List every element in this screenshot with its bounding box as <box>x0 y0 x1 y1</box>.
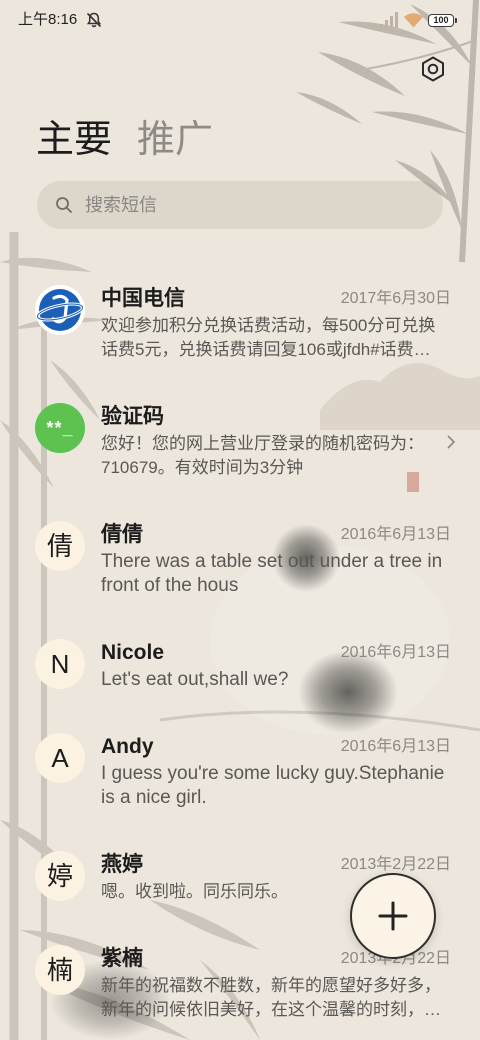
contact-name: 燕婷 <box>101 853 143 876</box>
wifi-icon <box>403 12 424 28</box>
contact-name: Nicole <box>101 641 165 664</box>
message-preview: 欢迎参加积分兑换话费活动，每500分可兑换话费5元，兑换话费请回复106或jfd… <box>101 316 436 359</box>
message-date: 2017年6月30日 <box>340 290 451 307</box>
avatar <box>35 285 85 335</box>
conversation-row[interactable]: **_ 验证码 您好！您的网上营业厅登录的随机密码为：710679。有效时间为3… <box>0 383 480 501</box>
conversation-header: 验证码 <box>101 404 431 430</box>
conversation-row[interactable]: 中国电信 2017年6月30日 欢迎参加积分兑换话费活动，每500分可兑换话费5… <box>0 265 480 383</box>
bamboo-leaf <box>372 111 468 134</box>
message-preview: 新年的祝福数不胜数，新年的愿望好多好多，新年的问候依旧美好，在这个温馨的时刻，… <box>101 976 441 1019</box>
message-date: 2016年6月13日 <box>340 738 451 755</box>
message-date: 2016年6月13日 <box>340 644 451 661</box>
status-time: 上午8:16 <box>18 11 78 28</box>
settings-button[interactable] <box>419 55 447 83</box>
conversation-content: 中国电信 2017年6月30日 欢迎参加积分兑换话费活动，每500分可兑换话费5… <box>101 286 451 362</box>
contact-name: 验证码 <box>101 405 164 428</box>
contact-name: 倩倩 <box>101 523 143 546</box>
status-bar: 上午8:16 100 <box>0 0 480 40</box>
message-preview: Let's eat out,shall we? <box>101 669 289 690</box>
contact-name: 中国电信 <box>101 287 185 310</box>
conversation-row[interactable]: N Nicole 2016年6月13日 Let's eat out,shall … <box>0 619 480 713</box>
chevron-right-icon <box>446 434 456 450</box>
conversation-content: Andy 2016年6月13日 I guess you're some luck… <box>101 734 451 810</box>
avatar: A <box>35 733 85 783</box>
signal-icon <box>380 12 398 28</box>
avatar: **_ <box>35 403 85 453</box>
search-icon <box>55 196 73 214</box>
plus-icon <box>378 901 408 931</box>
settings-icon <box>419 55 447 83</box>
messages-screen: 上午8:16 100 主要 推广 搜索短信 中国电信 2017年6月30日 欢迎… <box>0 0 480 1040</box>
conversation-content: 验证码 您好！您的网上营业厅登录的随机密码为：710679。有效时间为3分钟 <box>101 404 451 480</box>
conversation-row[interactable]: 倩 倩倩 2016年6月13日 There was a table set ou… <box>0 501 480 619</box>
avatar: 倩 <box>35 521 85 571</box>
contact-name: 紫楠 <box>101 947 143 970</box>
conversation-content: 倩倩 2016年6月13日 There was a table set out … <box>101 522 451 598</box>
battery-icon: 100 <box>428 14 457 27</box>
message-preview: 您好！您的网上营业厅登录的随机密码为：710679。有效时间为3分钟 <box>101 434 424 477</box>
china-telecom-logo <box>35 285 85 335</box>
tab-promotions[interactable]: 推广 <box>137 116 213 164</box>
conversation-header: 倩倩 2016年6月13日 <box>101 522 451 548</box>
bamboo-leaf <box>318 52 405 96</box>
conversation-header: 中国电信 2017年6月30日 <box>101 286 451 312</box>
mute-icon <box>85 11 103 29</box>
message-preview: I guess you're some lucky guy.Stephanie … <box>101 763 445 808</box>
conversation-header: Andy 2016年6月13日 <box>101 734 451 760</box>
tab-primary[interactable]: 主要 <box>36 116 112 164</box>
avatar: 楠 <box>35 945 85 995</box>
conversation-header: Nicole 2016年6月13日 <box>101 640 451 666</box>
avatar: 婷 <box>35 851 85 901</box>
tab-bar: 主要 推广 <box>36 116 238 164</box>
conversation-content: Nicole 2016年6月13日 Let's eat out,shall we… <box>101 640 451 692</box>
compose-button[interactable] <box>350 873 436 959</box>
conversation-row[interactable]: A Andy 2016年6月13日 I guess you're some lu… <box>0 713 480 831</box>
avatar: N <box>35 639 85 689</box>
search-bar[interactable] <box>37 181 443 229</box>
bamboo-leaf <box>296 92 362 124</box>
message-preview: There was a table set out under a tree i… <box>101 551 443 596</box>
bamboo-branch <box>359 39 477 71</box>
contact-name: Andy <box>101 735 154 758</box>
search-input[interactable] <box>85 181 425 229</box>
battery-level: 100 <box>433 15 449 25</box>
message-date: 2016年6月13日 <box>340 526 451 543</box>
